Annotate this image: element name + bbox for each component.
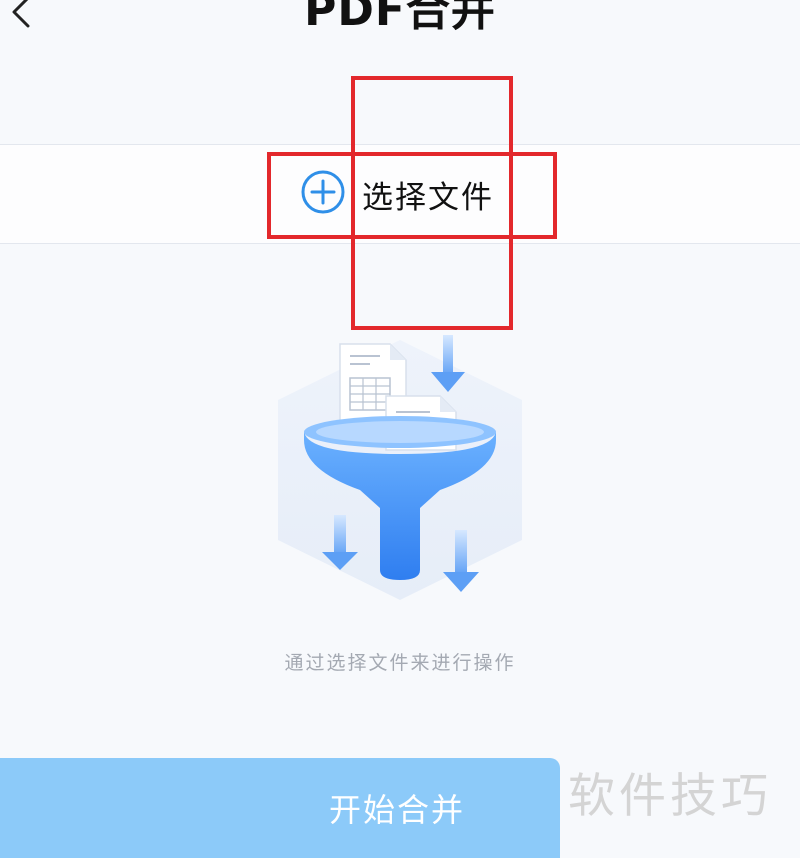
merge-funnel-illustration — [260, 330, 540, 620]
header: PDF合并 — [0, 0, 800, 40]
highlight-box-horizontal — [267, 152, 557, 239]
hint-text: 通过选择文件来进行操作 — [284, 652, 516, 674]
page-title: PDF合并 — [304, 0, 496, 36]
start-merge-button[interactable]: 开始合并 — [0, 758, 560, 858]
watermark: 软件技巧 — [568, 769, 772, 824]
start-merge-label: 开始合并 — [328, 792, 465, 828]
